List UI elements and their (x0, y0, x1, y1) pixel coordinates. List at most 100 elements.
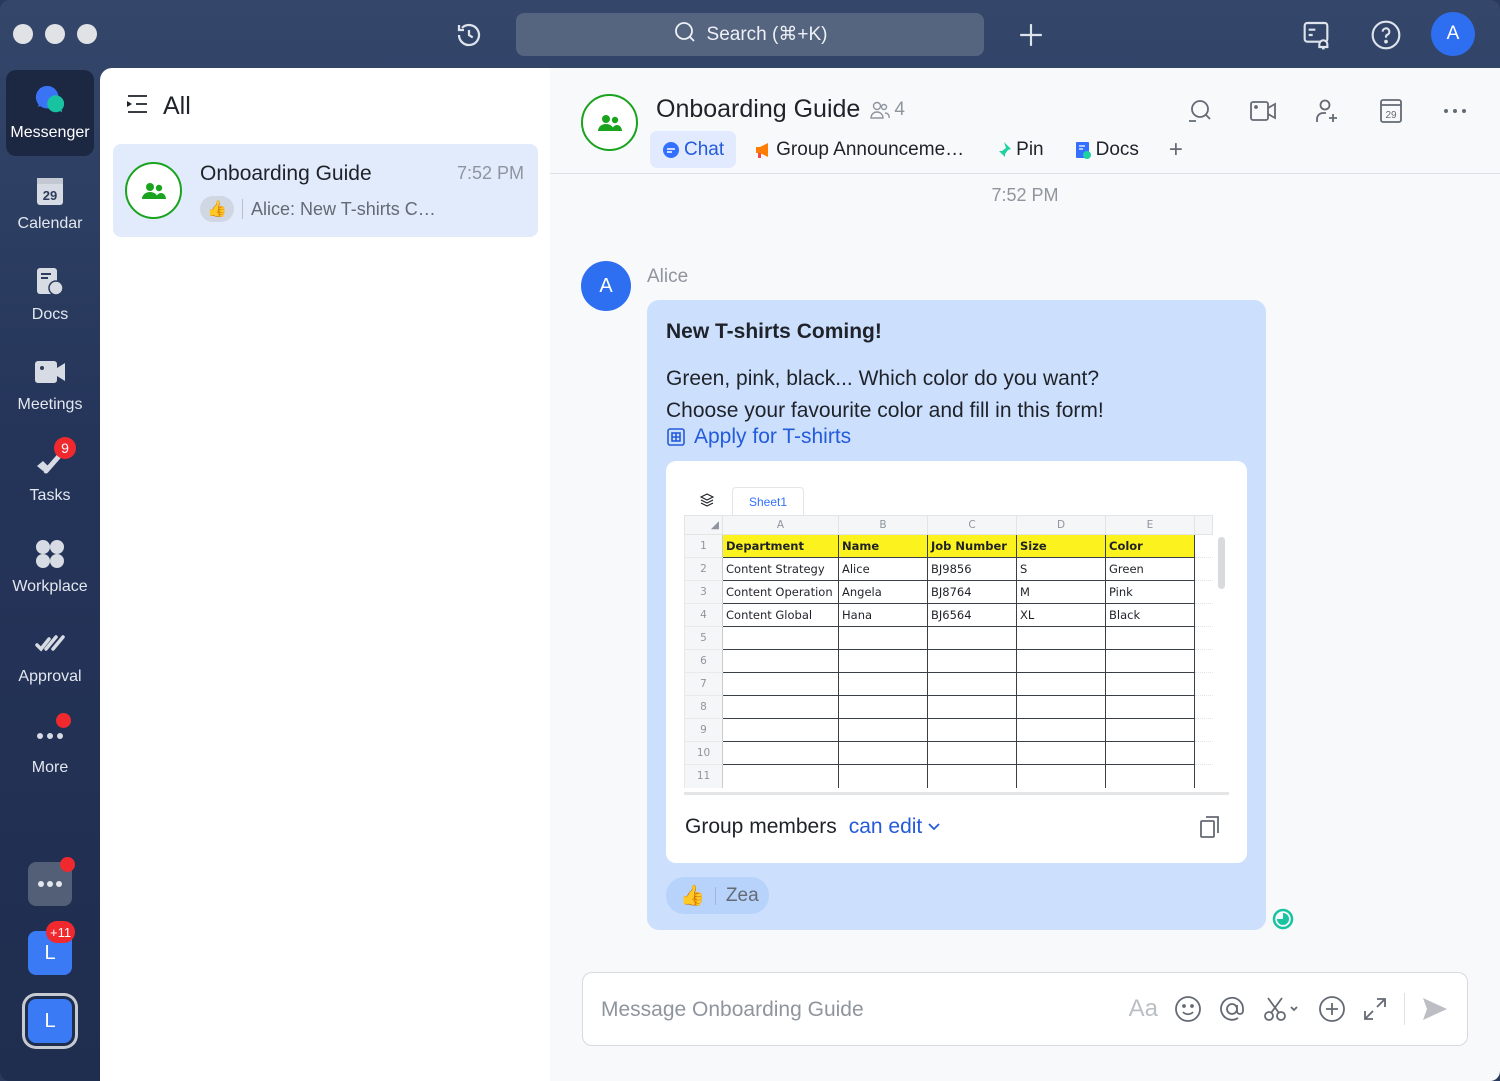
filter-label: All (163, 92, 191, 120)
row-number: 9 (684, 718, 723, 742)
meetings-icon (34, 356, 66, 388)
permission-value: can edit (848, 815, 923, 838)
send-icon[interactable] (1421, 993, 1449, 1025)
header-cell: Color (1105, 534, 1195, 558)
sidebar-item-meetings[interactable]: Meetings (6, 342, 94, 428)
minimize-window-button[interactable] (45, 24, 65, 44)
calendar-icon[interactable]: 29 (1376, 96, 1406, 126)
row-number: 2 (684, 557, 723, 581)
more-options-icon[interactable] (1440, 96, 1470, 126)
more-apps-button[interactable] (28, 857, 75, 906)
table-cell: BJ8764 (927, 580, 1017, 604)
add-icon[interactable] (1014, 18, 1048, 52)
table-cell: Green (1105, 557, 1195, 581)
add-attachment-icon[interactable] (1318, 993, 1346, 1025)
row-number: 10 (684, 741, 723, 765)
tab-pin[interactable]: Pin (982, 131, 1055, 168)
help-icon[interactable] (1368, 17, 1404, 53)
permission-dropdown[interactable]: can edit (849, 815, 941, 839)
table-cell: S (1016, 557, 1106, 581)
video-call-icon[interactable] (1248, 96, 1278, 126)
text-format-icon[interactable]: Aa (1129, 993, 1158, 1025)
chat-filter[interactable]: All (125, 92, 191, 121)
empty-cell (1105, 695, 1195, 719)
filter-list-icon (125, 92, 149, 121)
search-bar[interactable]: Search (⌘+K) (516, 13, 984, 56)
history-icon[interactable] (452, 18, 486, 52)
workspace-l-current-button[interactable]: L (28, 999, 72, 1043)
empty-cell (722, 718, 839, 742)
empty-cell (838, 741, 928, 765)
mention-icon[interactable] (1218, 993, 1246, 1025)
workspace-l-button[interactable]: L +11 (28, 921, 76, 975)
sheet-preview: Sheet1 ◢ A B C D E 1 Department Name Job… (684, 481, 1229, 795)
expand-icon[interactable] (1362, 993, 1388, 1025)
permission-label: Group members (685, 815, 837, 838)
emoji-icon[interactable] (1174, 993, 1202, 1025)
message-input[interactable] (601, 993, 1081, 1027)
header-cell: Size (1016, 534, 1106, 558)
sidebar-item-label: Approval (18, 668, 82, 685)
sender-avatar[interactable]: A (581, 261, 631, 311)
read-status-icon[interactable] (1272, 908, 1294, 935)
sheet-scrollbar[interactable] (1218, 537, 1225, 589)
chat-header-actions: 29 (1184, 96, 1470, 126)
sidebar-item-more[interactable]: More (6, 705, 94, 791)
calendar-icon: 29 (34, 175, 66, 207)
reaction-chip[interactable]: 👍 Zea (666, 877, 769, 914)
user-avatar[interactable]: A (1431, 12, 1475, 56)
sidebar-item-calendar[interactable]: 29 Calendar (6, 161, 94, 247)
member-count[interactable]: 4 (870, 99, 905, 121)
tab-group-announcement[interactable]: Group Announceme… (742, 131, 976, 168)
composer-toolbar: Aa (1129, 993, 1449, 1025)
table-cell: Content Operation (722, 580, 839, 604)
pin-icon (997, 141, 1012, 159)
column-header: C (927, 515, 1017, 535)
close-window-button[interactable] (13, 24, 33, 44)
more-apps-dot (60, 857, 75, 872)
workspace-initial: L (44, 1009, 56, 1032)
table-cell: M (1016, 580, 1106, 604)
chat-list-item[interactable]: Onboarding Guide 7:52 PM 👍 Alice: New T-… (113, 144, 538, 237)
tab-chat[interactable]: Chat (650, 131, 737, 168)
screenshot-icon[interactable] (1262, 993, 1302, 1025)
chat-list-panel: All Onboarding Guide 7:52 PM 👍 Alice: Ne… (100, 68, 550, 1081)
empty-cell (1016, 695, 1106, 719)
sidebar-item-workplace[interactable]: Workplace (6, 524, 94, 610)
chat-group-avatar[interactable] (581, 94, 638, 151)
sheets-list-icon[interactable] (699, 493, 715, 512)
sheet-link[interactable]: Apply for T-shirts (666, 425, 851, 449)
sidebar-item-approval[interactable]: Approval (6, 614, 94, 700)
workplace-icon (34, 538, 66, 570)
notification-center-icon[interactable] (1300, 17, 1336, 53)
table-row: 5 (684, 626, 1213, 650)
sidebar-item-docs[interactable]: Docs (6, 252, 94, 338)
table-row: 11 (684, 764, 1213, 788)
search-icon (673, 20, 697, 50)
sheet-bottom-divider (684, 792, 1229, 795)
sidebar-item-messenger[interactable]: Messenger (6, 70, 94, 156)
table-cell: Hana (838, 603, 928, 627)
group-icon (141, 182, 166, 199)
tab-docs[interactable]: Docs (1062, 131, 1151, 168)
message-bubble: New T-shirts Coming! Green, pink, black.… (647, 300, 1266, 930)
sidebar-item-tasks[interactable]: 9 Tasks (6, 433, 94, 519)
copy-link-icon[interactable] (1199, 815, 1221, 844)
chat-header: Onboarding Guide 4 (656, 95, 905, 124)
add-tab-button[interactable]: + (1157, 131, 1195, 168)
sheet-tab[interactable]: Sheet1 (732, 487, 804, 515)
maximize-window-button[interactable] (77, 24, 97, 44)
sheet-preview-card[interactable]: Sheet1 ◢ A B C D E 1 Department Name Job… (666, 461, 1247, 863)
empty-cell (1105, 672, 1195, 696)
table-cell: Black (1105, 603, 1195, 627)
sheet-icon (667, 428, 685, 446)
add-member-icon[interactable] (1312, 96, 1342, 126)
empty-cell (927, 695, 1017, 719)
search-in-chat-icon[interactable] (1184, 96, 1214, 126)
table-cell: Alice (838, 557, 928, 581)
chat-name[interactable]: Onboarding Guide (656, 95, 860, 124)
member-count-value: 4 (894, 98, 905, 120)
empty-cell (1194, 672, 1213, 696)
format-label: Aa (1128, 995, 1158, 1022)
tab-label: Docs (1095, 138, 1139, 160)
